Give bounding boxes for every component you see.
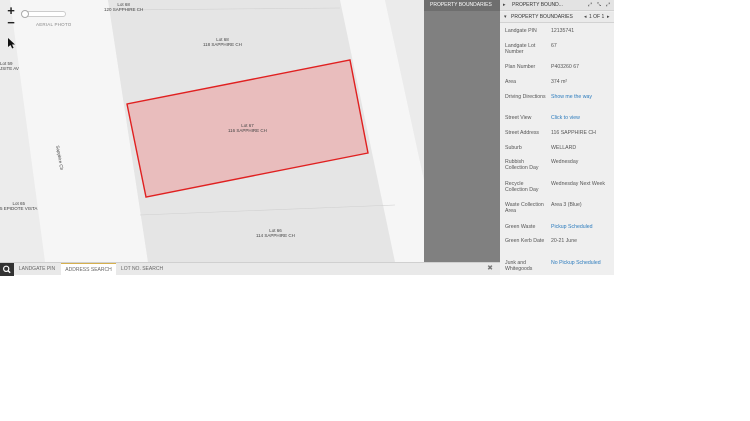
lot-street: 5 EPIDOTE VISTA: [0, 206, 38, 211]
detail-key: Rubbish Collection Day: [505, 159, 539, 172]
panel-header: ▸ PROPERTY BOUND... ⤢ ⤡ ⤢: [500, 0, 614, 11]
detail-key: Street Address: [505, 130, 540, 136]
record-pager: 1 OF 1: [589, 14, 605, 20]
detail-key: Plan Number: [505, 64, 536, 70]
detail-value: 12135741: [551, 28, 575, 34]
driving-directions-link[interactable]: Show me the way: [551, 94, 613, 100]
detail-value: 67: [551, 43, 557, 49]
map-lot-label: Lot 68 120 SAPPHIRE CH: [104, 2, 143, 12]
map-lot-label: Lot 68 118 SAPPHIRE CH: [203, 37, 242, 47]
minimize-icon[interactable]: ⤢: [588, 0, 592, 11]
detail-value: Area 3 (Blue): [551, 202, 582, 208]
layer-column: PROPERTY BOUNDARIES: [424, 0, 500, 262]
detail-key: Landgate Lot Number: [505, 43, 536, 56]
search-button[interactable]: [0, 263, 14, 276]
map-view[interactable]: Lot 68 120 SAPPHIRE CH Lot 68 118 SAPPHI…: [0, 0, 424, 262]
lot-street: 118 SAPPHIRE CH: [203, 42, 242, 47]
detail-key: Driving Directions: [505, 94, 546, 100]
search-icon: [2, 265, 11, 274]
next-record-icon[interactable]: ▸: [607, 12, 610, 23]
previous-record-icon[interactable]: ◂: [584, 12, 587, 23]
collapse-right-icon[interactable]: ▸: [503, 0, 506, 11]
junk-whitegoods-link[interactable]: No Pickup Scheduled: [551, 260, 613, 266]
property-details-panel: ▸ PROPERTY BOUND... ⤢ ⤡ ⤢ ▾ PROPERTY BOU…: [500, 0, 614, 275]
panel-subheader: ▾ PROPERTY BOUNDARIES ◂ 1 OF 1 ▸: [500, 12, 614, 23]
detail-value: 20-21 June: [551, 238, 577, 244]
map-lot-label: Lot 66 114 SAPPHIRE CH: [256, 228, 295, 238]
tab-lot-no-search[interactable]: LOT NO. SEARCH: [117, 263, 167, 275]
tab-landgate-pin[interactable]: LANDGATE PIN: [14, 263, 60, 275]
detail-value: P403260 67: [551, 64, 579, 70]
panel-title: PROPERTY BOUND...: [512, 2, 563, 8]
zoom-out-button[interactable]: −: [5, 16, 17, 29]
lot-street: JSITE AV: [0, 66, 19, 71]
detail-key: Green Kerb Date: [505, 238, 545, 244]
app-window: Lot 68 120 SAPPHIRE CH Lot 68 118 SAPPHI…: [0, 0, 750, 421]
street-view-link[interactable]: Click to view: [551, 115, 613, 121]
detail-value: Wednesday: [551, 159, 579, 165]
collapse-down-icon[interactable]: ▾: [504, 12, 507, 23]
fullscreen-icon[interactable]: ⤢: [606, 0, 610, 11]
search-tab-bar: LANDGATE PIN ADDRESS SEARCH LOT NO. SEAR…: [0, 262, 500, 276]
map-lot-label: Lot 65 5 EPIDOTE VISTA: [0, 201, 37, 211]
detail-key: Green Waste: [505, 224, 536, 230]
detail-key: Waste Collection Area: [505, 202, 544, 215]
lot-street: 116 SAPPHIRE CH: [228, 128, 267, 133]
detail-key: Junk and Whitegoods: [505, 260, 533, 273]
detail-value: 116 SAPPHIRE CH: [551, 130, 596, 136]
detail-key: Landgate PIN: [505, 28, 537, 34]
green-waste-link[interactable]: Pickup Scheduled: [551, 224, 613, 230]
zoom-slider-knob[interactable]: [21, 10, 29, 18]
detail-key: Street View: [505, 115, 532, 121]
detail-key: Area: [505, 79, 516, 85]
layer-column-header[interactable]: PROPERTY BOUNDARIES: [424, 0, 500, 11]
zoom-slider[interactable]: [21, 10, 66, 18]
map-lot-label: Lot 59 JSITE AV: [0, 61, 19, 71]
map-lot-label: Lot 67 116 SAPPHIRE CH: [228, 123, 267, 133]
panel-subtitle: PROPERTY BOUNDARIES: [511, 14, 573, 20]
detail-value: 374 m²: [551, 79, 568, 85]
detail-value: Wednesday Next Week: [551, 181, 606, 187]
detail-value: WELLARD: [551, 145, 577, 151]
close-icon[interactable]: ✖: [485, 263, 495, 275]
detail-key: Suburb: [505, 145, 522, 151]
expand-icon[interactable]: ⤡: [597, 0, 601, 11]
aerial-photo-label[interactable]: AERIAL PHOTO: [36, 22, 71, 27]
detail-key: Recycle Collection Day: [505, 181, 539, 194]
lot-street: 120 SAPPHIRE CH: [104, 7, 144, 12]
lot-street: 114 SAPPHIRE CH: [256, 233, 295, 238]
tab-address-search[interactable]: ADDRESS SEARCH: [61, 263, 116, 275]
